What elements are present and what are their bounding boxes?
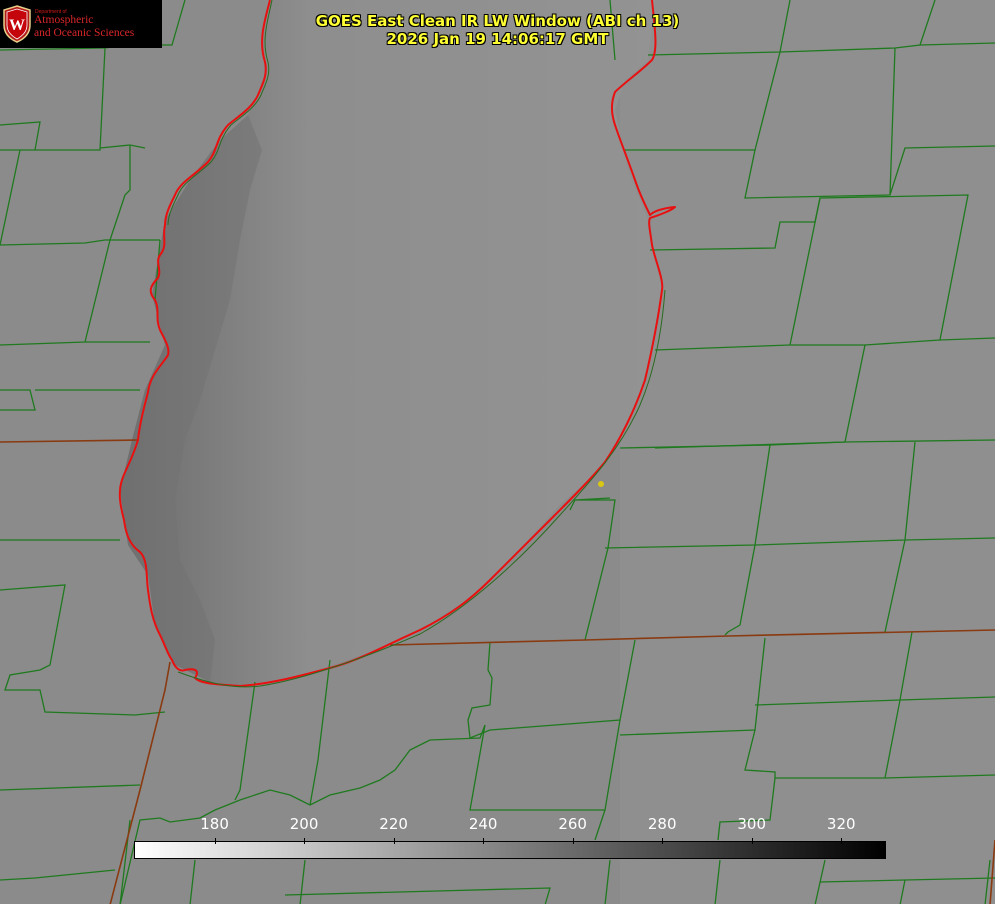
colorbar-tick-label: 180 (200, 815, 229, 833)
satellite-image: W Department of Atmospheric and Oceanic … (0, 0, 995, 904)
colorbar-tick-mark (662, 838, 664, 844)
colorbar-tick-label: 220 (379, 815, 408, 833)
colorbar-tick-label: 200 (289, 815, 319, 833)
colorbar-tick-label: 260 (558, 815, 587, 833)
colorbar-tick-label: 300 (737, 815, 767, 833)
city-marker (598, 481, 604, 487)
colorbar-tick-mark (572, 838, 574, 844)
land-shade-east (620, 0, 995, 904)
colorbar (134, 841, 886, 859)
map-canvas (0, 0, 995, 904)
colorbar-tick-mark (841, 838, 843, 844)
image-title: GOES East Clean IR LW Window (ABI ch 13) (315, 12, 680, 30)
colorbar-tick-label: 280 (647, 815, 677, 833)
colorbar-tick-mark (393, 838, 395, 844)
colorbar-tick-label: 320 (826, 815, 856, 833)
image-timestamp: 2026 Jan 19 14:06:17 GMT (386, 30, 609, 48)
colorbar-tick-mark (304, 838, 306, 844)
colorbar-tick-mark (751, 838, 753, 844)
colorbar-tick-label: 240 (468, 815, 498, 833)
colorbar-tick-mark (214, 838, 216, 844)
colorbar-tick-mark (483, 838, 485, 844)
